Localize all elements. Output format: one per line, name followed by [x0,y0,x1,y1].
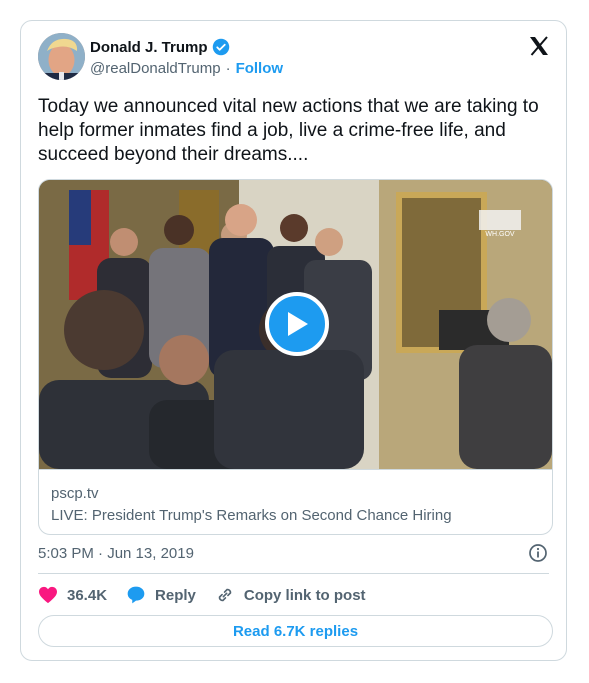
author-name[interactable]: Donald J. Trump [90,39,208,56]
copy-link-label: Copy link to post [243,586,366,604]
like-button[interactable]: 36.4K [38,586,107,604]
whitehouse-watermark: WH.GOV [485,231,514,238]
follow-button[interactable]: Follow [236,60,284,77]
tweet-timestamp[interactable]: 5:03 PM · Jun 13, 2019 [38,545,194,562]
handle-row: @realDonaldTrump · Follow [90,60,283,77]
link-info[interactable]: pscp.tv LIVE: President Trump's Remarks … [39,469,552,534]
author-avatar[interactable] [38,33,85,80]
link-domain: pscp.tv [51,485,99,502]
separator-dot: · [225,60,231,77]
play-button[interactable] [265,292,329,356]
tweet-card: Donald J. Trump @realDonaldTrump · Follo… [20,20,567,661]
x-logo-icon[interactable] [527,34,551,58]
like-count: 36.4K [67,586,108,604]
link-icon [218,588,232,602]
read-replies-button[interactable]: Read 6.7K replies [38,615,553,647]
tweet-text: Today we announced vital new actions tha… [38,96,539,165]
author-handle[interactable]: @realDonaldTrump [90,60,221,77]
copy-link-button[interactable]: Copy link to post [215,585,366,605]
video-thumbnail[interactable]: WH.GOV [39,180,552,469]
info-icon[interactable] [528,543,548,563]
reply-button[interactable]: Reply [126,585,196,605]
divider [38,573,549,574]
author-name-row: Donald J. Trump [90,38,230,56]
link-card[interactable]: WH.GOV pscp.tv LIVE: President Trump's R… [38,179,553,535]
play-icon [288,312,308,336]
verified-badge-icon [212,38,230,56]
reply-label: Reply [155,586,196,604]
heart-icon [39,586,57,604]
reply-bubble-icon [127,586,145,604]
link-title: LIVE: President Trump's Remarks on Secon… [51,507,452,524]
action-bar: 36.4K Reply Copy link to post [38,584,385,606]
